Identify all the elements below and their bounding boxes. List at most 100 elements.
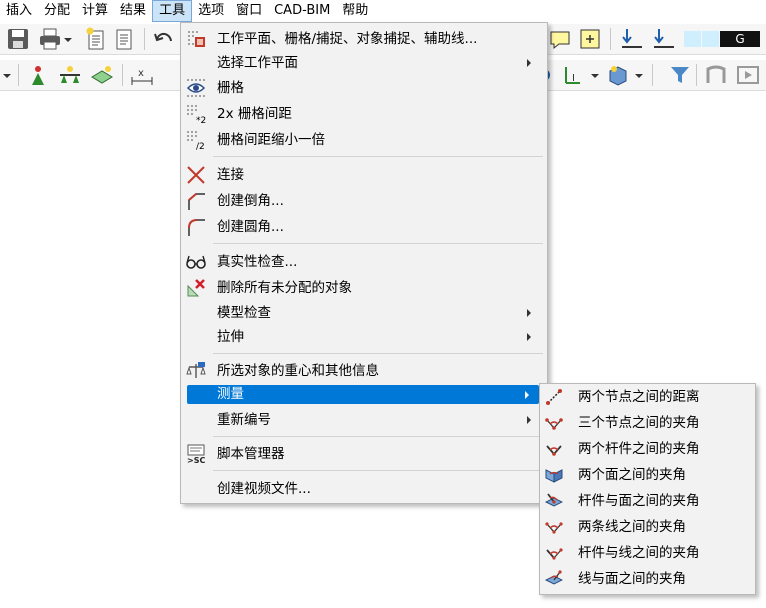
- menu-item-label: 重新编号: [217, 412, 271, 428]
- print-dropdown-icon[interactable]: [62, 27, 74, 51]
- menu-item-label: 选择工作平面: [217, 55, 298, 71]
- menu-item-label: 真实性检查...: [217, 254, 298, 270]
- grid-settings-icon: [188, 31, 205, 47]
- section-icon[interactable]: I: [562, 63, 586, 87]
- support-icon[interactable]: [58, 63, 82, 87]
- angle-three-nodes-icon: [545, 418, 563, 430]
- submenu-item-angle-three-nodes[interactable]: 三个节点之间的夹角: [542, 410, 752, 436]
- menu-item-grid-double[interactable]: *2 2x 栅格间距: [185, 102, 541, 126]
- toolbar-dropdown-icon[interactable]: [634, 63, 644, 87]
- menu-divider: [213, 156, 543, 157]
- video-icon[interactable]: [736, 63, 760, 87]
- dimension-icon[interactable]: [578, 27, 602, 51]
- cube-icon[interactable]: [606, 63, 630, 87]
- color-swatch[interactable]: [702, 31, 719, 47]
- svg-text:*2: *2: [196, 116, 206, 124]
- submenu-item-angle-line-surface[interactable]: 线与面之间的夹角: [542, 566, 752, 592]
- menu-item-label: 脚本管理器: [217, 446, 285, 462]
- submenu-item-label: 两个面之间的夹角: [578, 467, 686, 483]
- save-icon[interactable]: [6, 27, 30, 51]
- menu-item-label: 拉伸: [217, 329, 244, 345]
- menu-calculate[interactable]: 计算: [76, 0, 114, 22]
- menu-item-label: 2x 栅格间距: [217, 106, 292, 122]
- menu-item-label: 创建视频文件...: [217, 481, 311, 497]
- dimension-x-icon[interactable]: x: [130, 63, 154, 87]
- submenu-item-angle-two-lines[interactable]: 两条线之间的夹角: [542, 514, 752, 540]
- balance-icon: [186, 362, 206, 378]
- submenu-item-label: 杆件与线之间的夹角: [578, 545, 700, 561]
- tools-menu: 工作平面、栅格/捕捉、对象捕捉、辅助线... 选择工作平面 栅格 *2 2x 栅…: [180, 22, 548, 504]
- menu-item-plausibility-check[interactable]: 真实性检查...: [185, 250, 541, 274]
- menu-item-measure[interactable]: 测量: [187, 385, 539, 404]
- script-manager-icon: >SC: [187, 444, 205, 464]
- menu-results[interactable]: 结果: [114, 0, 152, 22]
- submenu-item-label: 杆件与面之间的夹角: [578, 493, 700, 509]
- menu-item-label: 创建倒角...: [217, 193, 284, 209]
- menu-item-chamfer[interactable]: 创建倒角...: [185, 189, 541, 213]
- fillet-icon: [188, 219, 205, 236]
- node-distance-icon: [546, 389, 562, 405]
- menu-item-work-plane[interactable]: 工作平面、栅格/捕捉、对象捕捉、辅助线...: [185, 27, 541, 51]
- filter-icon[interactable]: [668, 63, 692, 87]
- toolbar-separator: [652, 64, 653, 86]
- menu-item-create-video[interactable]: 创建视频文件...: [185, 477, 541, 501]
- menu-bar: 插入 分配 计算 结果 工具 选项 窗口 CAD-BIM 帮助: [0, 0, 766, 22]
- menu-item-connect[interactable]: 连接: [185, 163, 541, 187]
- submenu-item-angle-member-line[interactable]: 杆件与线之间的夹角: [542, 540, 752, 566]
- toolbar-separator: [696, 64, 697, 86]
- submenu-arrow-icon: [527, 416, 531, 424]
- color-swatch[interactable]: [684, 31, 701, 47]
- menu-cad-bim[interactable]: CAD-BIM: [268, 0, 336, 22]
- menu-assign[interactable]: 分配: [38, 0, 76, 22]
- submenu-item-angle-two-members[interactable]: 两个杆件之间的夹角: [542, 436, 752, 462]
- menu-item-script-manager[interactable]: >SC 脚本管理器: [185, 442, 541, 466]
- svg-text:>SC: >SC: [187, 456, 205, 464]
- load-up-icon[interactable]: [652, 27, 676, 51]
- grid-double-icon: *2: [187, 105, 206, 124]
- menu-item-renumber[interactable]: 重新编号: [185, 408, 541, 432]
- print-icon[interactable]: [38, 27, 62, 51]
- global-axis-box[interactable]: G: [720, 31, 760, 47]
- menu-item-label: 连接: [217, 167, 244, 183]
- menu-item-select-work-plane[interactable]: 选择工作平面: [185, 51, 541, 75]
- submenu-arrow-icon: [525, 391, 529, 399]
- submenu-item-label: 两个节点之间的距离: [578, 389, 700, 405]
- surface-support-icon[interactable]: [90, 63, 114, 87]
- submenu-item-node-distance[interactable]: 两个节点之间的距离: [542, 384, 752, 410]
- menu-divider: [213, 353, 543, 354]
- new-report-icon[interactable]: [84, 27, 108, 51]
- menu-item-label: 创建圆角...: [217, 219, 284, 235]
- frame-icon[interactable]: [704, 63, 728, 87]
- menu-options[interactable]: 选项: [192, 0, 230, 22]
- submenu-item-angle-member-surface[interactable]: 杆件与面之间的夹角: [542, 488, 752, 514]
- menu-item-fillet[interactable]: 创建圆角...: [185, 215, 541, 239]
- menu-help[interactable]: 帮助: [336, 0, 374, 22]
- menu-item-label: 测量: [217, 386, 244, 402]
- toolbar-dropdown-icon[interactable]: [590, 63, 600, 87]
- submenu-item-label: 两个杆件之间的夹角: [578, 441, 700, 457]
- menu-tools[interactable]: 工具: [152, 0, 193, 22]
- report-icon[interactable]: [112, 27, 136, 51]
- menu-item-label: 工作平面、栅格/捕捉、对象捕捉、辅助线...: [217, 31, 478, 47]
- menu-item-delete-unassigned[interactable]: 删除所有未分配的对象: [185, 276, 541, 300]
- menu-item-extrude[interactable]: 拉伸: [185, 325, 541, 349]
- undo-icon[interactable]: [152, 27, 176, 51]
- angle-two-lines-icon: [545, 522, 563, 534]
- menu-item-grid[interactable]: 栅格: [185, 76, 541, 100]
- menu-divider: [213, 436, 543, 437]
- angle-two-surfaces-icon: [545, 469, 563, 483]
- menu-item-model-check[interactable]: 模型检查: [185, 301, 541, 325]
- menu-item-grid-half[interactable]: /2 栅格间距缩小一倍: [185, 128, 541, 152]
- angle-line-surface-icon: [545, 570, 563, 585]
- submenu-item-angle-two-surfaces[interactable]: 两个面之间的夹角: [542, 462, 752, 488]
- menu-item-center-of-gravity[interactable]: 所选对象的重心和其他信息: [185, 359, 541, 383]
- menu-window[interactable]: 窗口: [230, 0, 268, 22]
- person-icon[interactable]: [26, 63, 50, 87]
- toolbar-separator: [122, 64, 123, 86]
- toolbar-dropdown-icon[interactable]: [2, 63, 12, 87]
- angle-member-line-icon: [546, 548, 563, 560]
- glasses-icon: [186, 255, 206, 269]
- load-down-icon[interactable]: [620, 27, 644, 51]
- comment-icon[interactable]: [548, 27, 572, 51]
- menu-insert[interactable]: 插入: [0, 0, 38, 22]
